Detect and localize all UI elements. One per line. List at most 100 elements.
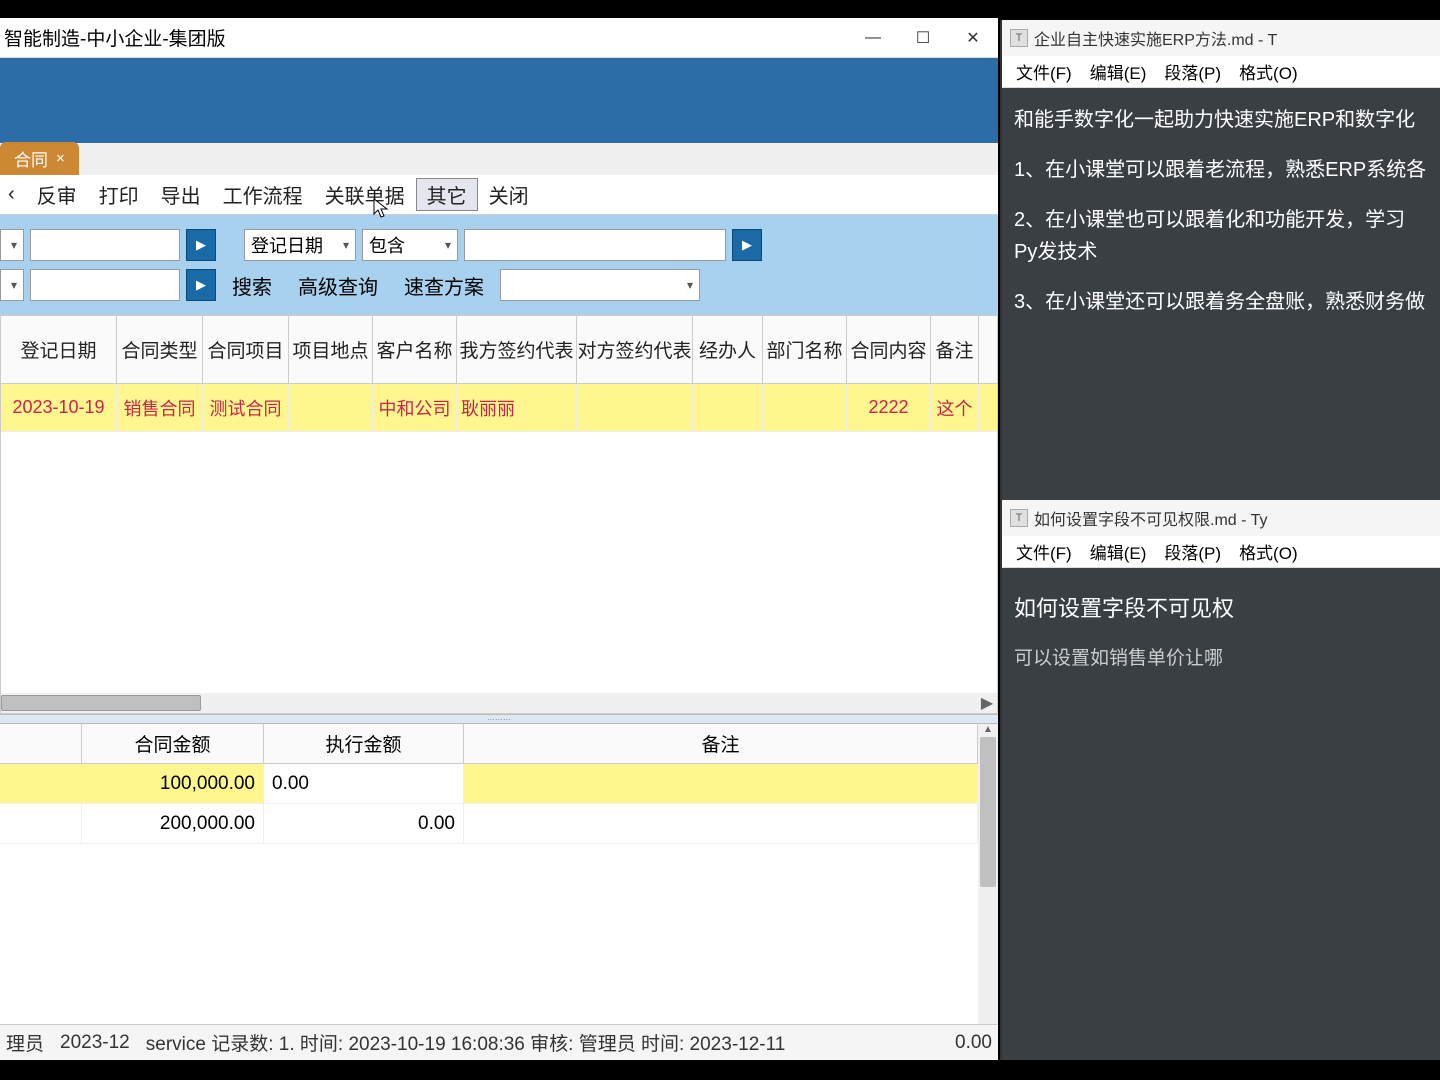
toolbar-related[interactable]: 关联单据 [314, 178, 416, 211]
detail-col-idx[interactable] [0, 724, 82, 763]
col-location[interactable]: 项目地点 [289, 316, 373, 383]
menu-paragraph[interactable]: 段落(P) [1156, 537, 1229, 566]
toolbar-fanshen[interactable]: 反审 [26, 178, 88, 211]
toolbar-close[interactable]: 关闭 [478, 178, 540, 211]
col-dept[interactable]: 部门名称 [763, 316, 847, 383]
detail-idx [0, 764, 82, 803]
scroll-right-icon[interactable]: ▶ [977, 693, 997, 713]
menu-format[interactable]: 格式(O) [1231, 537, 1306, 566]
filter-value-a[interactable] [30, 229, 180, 261]
cell-customer: 中和公司 [373, 384, 457, 431]
col-project[interactable]: 合同项目 [203, 316, 289, 383]
detail-col-remark[interactable]: 备注 [464, 724, 978, 763]
menu-edit[interactable]: 编辑(E) [1082, 57, 1155, 86]
detail-remark [464, 764, 978, 803]
quick-plan-select[interactable]: ▾ [500, 269, 700, 301]
main-grid: 登记日期 合同类型 合同项目 项目地点 客户名称 我方签约代表 对方签约代表 经… [0, 315, 998, 714]
col-remark[interactable]: 备注 [931, 316, 979, 383]
v-scroll-thumb[interactable] [980, 737, 996, 887]
adv-search-button[interactable]: 高级查询 [288, 271, 388, 300]
quick-plan-label: 速查方案 [394, 271, 494, 300]
menu-file[interactable]: 文件(F) [1008, 57, 1080, 86]
splitter[interactable]: ⋯⋯⋯ [0, 714, 998, 724]
cell-ourrep: 耿丽丽 [457, 384, 577, 431]
chevron-down-icon: ▾ [343, 238, 349, 252]
filter-field-c[interactable]: ▾ [0, 269, 24, 301]
menu-file[interactable]: 文件(F) [1008, 537, 1080, 566]
side-window-2: T 如何设置字段不可见权限.md - Ty 文件(F) 编辑(E) 段落(P) … [1000, 500, 1440, 1060]
detail-grid: 合同金额 执行金额 备注 100,000.00 0.00 200,000.00 … [0, 724, 998, 1024]
h-scrollbar[interactable]: ▶ [1, 693, 997, 713]
side1-title: 企业自主快速实施ERP方法.md - T [1034, 26, 1277, 50]
side1-p2: 1、在小课堂可以跟着老流程，熟悉ERP系统各 [1014, 154, 1428, 186]
menu-format[interactable]: 格式(O) [1231, 57, 1306, 86]
side2-titlebar: T 如何设置字段不可见权限.md - Ty [1002, 500, 1440, 536]
detail-exec: 0.00 [264, 804, 464, 843]
side1-menubar: 文件(F) 编辑(E) 段落(P) 格式(O) [1002, 56, 1440, 88]
filter-go-c[interactable] [186, 269, 216, 301]
side2-menubar: 文件(F) 编辑(E) 段落(P) 格式(O) [1002, 536, 1440, 568]
col-date[interactable]: 登记日期 [1, 316, 117, 383]
side-window-1: T 企业自主快速实施ERP方法.md - T 文件(F) 编辑(E) 段落(P)… [1000, 20, 1440, 500]
grid-row[interactable]: 2023-10-19 销售合同 测试合同 中和公司 耿丽丽 2222 这个 [1, 384, 997, 432]
col-theirrep[interactable]: 对方签约代表 [577, 316, 693, 383]
filter-field-label: 登记日期 [251, 232, 323, 258]
toolbar-print[interactable]: 打印 [88, 178, 150, 211]
side1-content[interactable]: 和能手数字化一起助力快速实施ERP和数字化 1、在小课堂可以跟着老流程，熟悉ER… [1002, 88, 1440, 500]
side2-p: 可以设置如销售单价让哪 [1014, 643, 1428, 675]
side2-heading: 如何设置字段不可见权 [1014, 590, 1428, 627]
detail-remark [464, 804, 978, 843]
filter-value-b[interactable] [464, 229, 726, 261]
toolbar-export[interactable]: 导出 [150, 178, 212, 211]
filter-op-select[interactable]: 包含 ▾ [362, 229, 458, 261]
menu-edit[interactable]: 编辑(E) [1082, 537, 1155, 566]
grid-header: 登记日期 合同类型 合同项目 项目地点 客户名称 我方签约代表 对方签约代表 经… [1, 316, 997, 384]
tab-contract[interactable]: 合同 × [0, 142, 79, 175]
filter-go-b[interactable] [732, 229, 762, 261]
col-content[interactable]: 合同内容 [847, 316, 931, 383]
close-button[interactable]: ✕ [948, 18, 998, 58]
side1-titlebar: T 企业自主快速实施ERP方法.md - T [1002, 20, 1440, 56]
search-button[interactable]: 搜索 [222, 271, 282, 300]
statusbar: 理员 2023-12 service 记录数: 1. 时间: 2023-10-1… [0, 1024, 998, 1060]
col-customer[interactable]: 客户名称 [373, 316, 457, 383]
side2-content[interactable]: 如何设置字段不可见权 可以设置如销售单价让哪 [1002, 568, 1440, 1060]
filter-go-a[interactable] [186, 229, 216, 261]
tab-close-icon[interactable]: × [56, 150, 65, 167]
toolbar-partial[interactable]: ‹ [6, 181, 26, 208]
minimize-button[interactable]: — [848, 18, 898, 58]
detail-row[interactable]: 200,000.00 0.00 [0, 804, 978, 844]
v-scrollbar[interactable]: ▲ [978, 724, 998, 1024]
detail-amount: 100,000.00 [82, 764, 264, 803]
chevron-down-icon: ▾ [687, 278, 693, 292]
status-user: 理员 [6, 1029, 44, 1056]
detail-idx [0, 804, 82, 843]
filter-value-c[interactable] [30, 269, 180, 301]
detail-amount: 200,000.00 [82, 804, 264, 843]
cell-date: 2023-10-19 [1, 384, 117, 431]
cell-theirrep [577, 384, 693, 431]
col-ourrep[interactable]: 我方签约代表 [457, 316, 577, 383]
side1-p1: 和能手数字化一起助力快速实施ERP和数字化 [1014, 104, 1428, 136]
cell-content: 2222 [847, 384, 931, 431]
detail-col-amount[interactable]: 合同金额 [82, 724, 264, 763]
cell-remark: 这个 [931, 384, 979, 431]
col-type[interactable]: 合同类型 [117, 316, 203, 383]
window-title: 智能制造-中小企业-集团版 [4, 24, 226, 51]
toolbar-workflow[interactable]: 工作流程 [212, 178, 314, 211]
detail-row[interactable]: 100,000.00 0.00 [0, 764, 978, 804]
detail-exec: 0.00 [264, 764, 464, 803]
menu-paragraph[interactable]: 段落(P) [1156, 57, 1229, 86]
filter-op-label: 包含 [369, 232, 405, 258]
cell-location [289, 384, 373, 431]
col-handler[interactable]: 经办人 [693, 316, 763, 383]
toolbar-other[interactable]: 其它 [416, 178, 478, 211]
maximize-button[interactable]: ☐ [898, 18, 948, 58]
tab-strip: 合同 × [0, 143, 998, 175]
filter-field-a[interactable]: ▾ [0, 229, 24, 261]
tab-label: 合同 [14, 146, 48, 171]
h-scroll-thumb[interactable] [1, 695, 201, 711]
filter-field-select[interactable]: 登记日期 ▾ [244, 229, 356, 261]
chevron-down-icon: ▾ [445, 238, 451, 252]
detail-col-exec[interactable]: 执行金额 [264, 724, 464, 763]
